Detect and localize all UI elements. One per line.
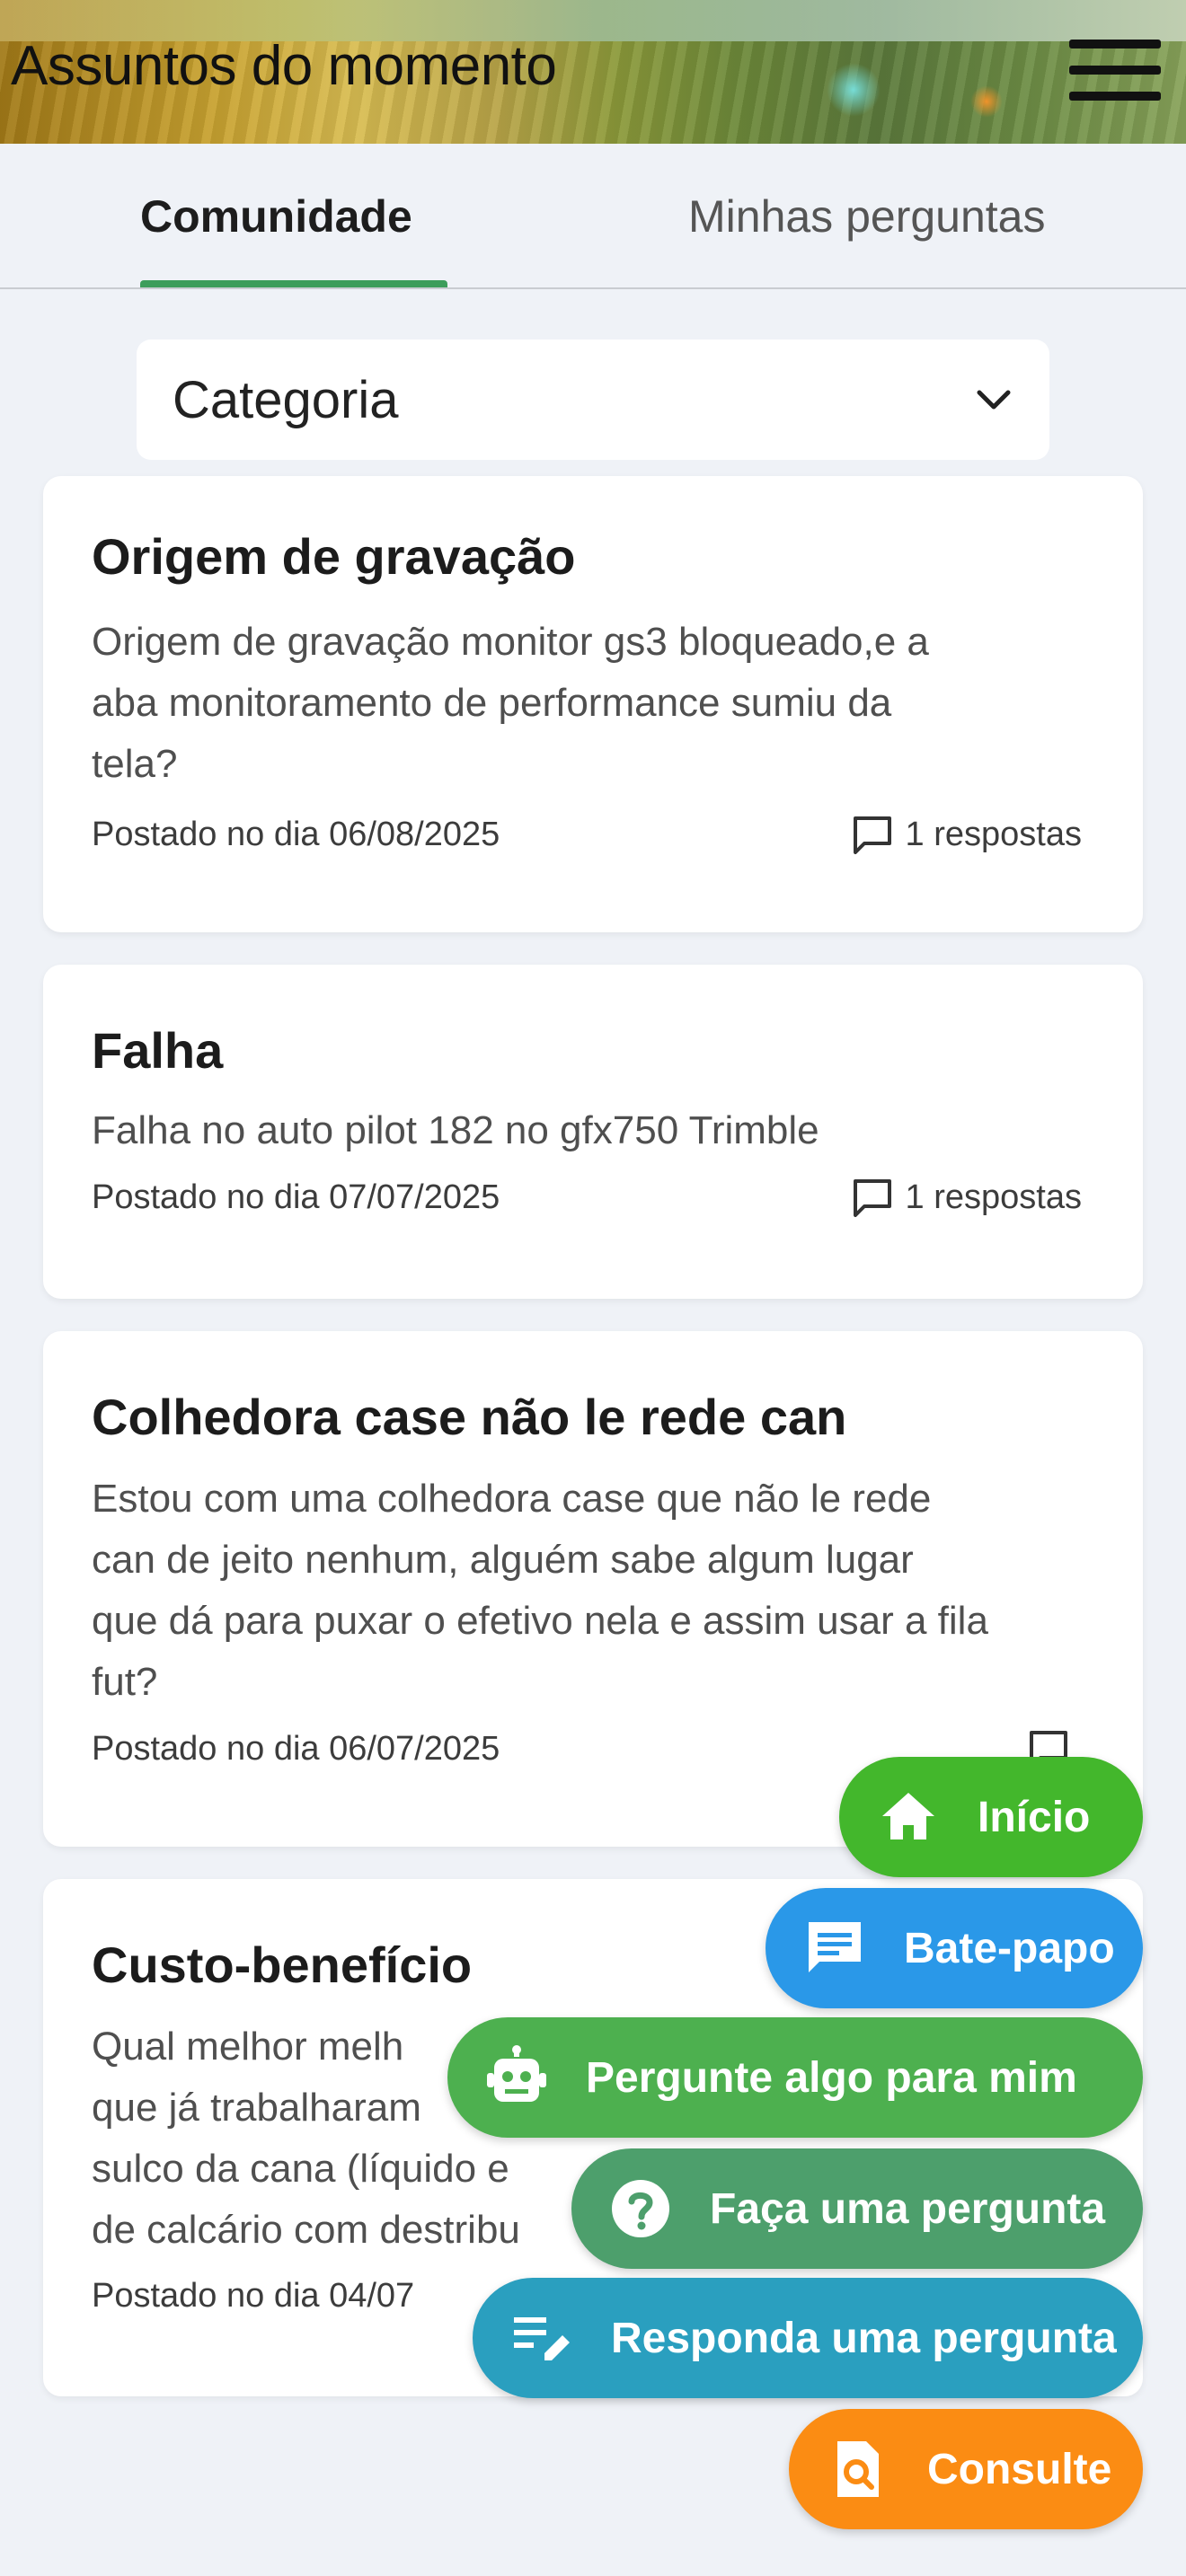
post-body-line: tela? xyxy=(92,742,178,787)
post-date: Postado no dia 07/07/2025 xyxy=(92,1178,500,1216)
post-body-line: can de jeito nenhum, alguém sabe algum l… xyxy=(92,1538,914,1583)
bate-papo-label: Bate-papo xyxy=(904,1924,1115,1972)
chat-bubble-icon xyxy=(853,816,891,855)
post-body: Estou com uma colhedora case que não le … xyxy=(92,1469,1082,1713)
post-body-line: que dá para puxar o efetivo nela e assim… xyxy=(92,1599,988,1644)
menu-bar xyxy=(1069,40,1161,49)
post-body-line: Estou com uma colhedora case que não le … xyxy=(92,1477,932,1522)
post-date: Postado no dia 06/07/2025 xyxy=(92,1729,500,1768)
hamburger-menu-icon[interactable] xyxy=(1066,34,1164,106)
post-body-line: Falha no auto pilot 182 no gfx750 Trimbl… xyxy=(92,1108,819,1153)
consulte-label: Consulte xyxy=(927,2445,1112,2493)
post-footer: Postado no dia 07/07/2025 1 respostas xyxy=(92,1178,1082,1218)
home-icon xyxy=(882,1793,934,1839)
faca-pergunta-label: Faça uma pergunta xyxy=(710,2184,1106,2233)
inicio-button[interactable]: Início xyxy=(839,1757,1143,1877)
page-title: Assuntos do momento xyxy=(11,35,557,97)
robot-icon xyxy=(487,2045,546,2102)
post-date: Postado no dia 06/08/2025 xyxy=(92,815,500,853)
post-date: Postado no dia 04/07 xyxy=(92,2277,415,2316)
post-body-line: aba monitoramento de performance sumiu d… xyxy=(92,681,892,726)
active-tab-indicator xyxy=(140,280,447,287)
chat-bubble-icon xyxy=(853,1179,891,1218)
post-card[interactable]: Falha Falha no auto pilot 182 no gfx750 … xyxy=(43,965,1143,1299)
faca-pergunta-button[interactable]: Faça uma pergunta xyxy=(571,2148,1143,2269)
pergunte-algo-label: Pergunte algo para mim xyxy=(586,2053,1077,2102)
post-replies[interactable]: 1 respostas xyxy=(852,815,1082,855)
post-reply-count: 1 respostas xyxy=(905,1178,1082,1216)
edit-note-icon xyxy=(514,2317,570,2360)
responda-pergunta-button[interactable]: Responda uma pergunta xyxy=(473,2278,1143,2398)
header-banner: Assuntos do momento xyxy=(0,0,1186,144)
post-body: Falha no auto pilot 182 no gfx750 Trimbl… xyxy=(92,1100,1082,1161)
category-select-label: Categoria xyxy=(173,370,399,429)
menu-bar xyxy=(1069,92,1161,101)
inicio-label: Início xyxy=(978,1793,1091,1841)
chevron-down-icon xyxy=(977,390,1011,410)
search-document-icon xyxy=(837,2441,879,2497)
question-icon xyxy=(612,2180,669,2237)
post-body: Origem de gravação monitor gs3 bloqueado… xyxy=(92,612,1082,795)
post-body-line: fut? xyxy=(92,1660,158,1705)
tab-bar: Comunidade Minhas perguntas xyxy=(0,144,1186,289)
banner-light-orange xyxy=(970,85,1003,118)
post-replies[interactable]: 1 respostas xyxy=(852,1178,1082,1218)
post-card[interactable]: Origem de gravação Origem de gravação mo… xyxy=(43,476,1143,932)
consulte-button[interactable]: Consulte xyxy=(789,2409,1143,2529)
banner-light xyxy=(827,63,881,117)
post-title: Falha xyxy=(92,1022,224,1079)
post-title: Colhedora case não le rede can xyxy=(92,1389,847,1445)
post-title: Origem de gravação xyxy=(92,528,576,585)
post-reply-count: 1 respostas xyxy=(905,815,1082,853)
menu-bar xyxy=(1069,66,1161,75)
responda-pergunta-label: Responda uma pergunta xyxy=(611,2314,1117,2362)
message-icon xyxy=(809,1922,861,1972)
tab-minhas-perguntas[interactable]: Minhas perguntas xyxy=(688,190,1045,243)
post-footer: Postado no dia 06/08/2025 1 respostas xyxy=(92,815,1082,855)
tab-comunidade[interactable]: Comunidade xyxy=(140,190,412,243)
bate-papo-button[interactable]: Bate-papo xyxy=(766,1888,1143,2008)
post-body-line: Origem de gravação monitor gs3 bloqueado… xyxy=(92,620,929,665)
pergunte-algo-button[interactable]: Pergunte algo para mim xyxy=(447,2017,1143,2138)
category-select[interactable]: Categoria xyxy=(137,340,1049,460)
